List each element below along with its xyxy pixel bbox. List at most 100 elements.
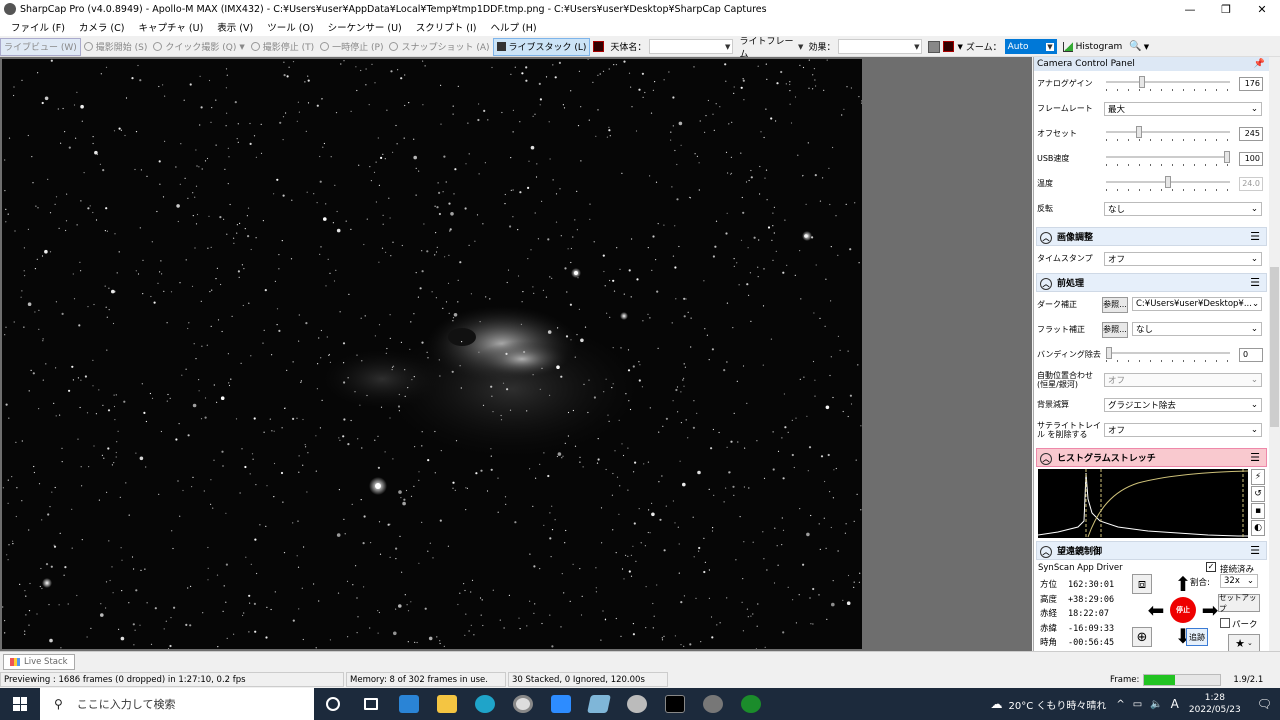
frame-rate-select[interactable]: 最大 ⌄: [1104, 101, 1262, 116]
tray-chevron-icon[interactable]: ^: [1116, 699, 1124, 710]
menu-camera[interactable]: カメラ (C): [79, 20, 125, 34]
live-view-button[interactable]: ライブビュー (W): [0, 37, 81, 56]
menu-file[interactable]: ファイル (F): [11, 20, 65, 34]
task-view-icon[interactable]: [352, 688, 390, 720]
cortana-icon[interactable]: [314, 688, 352, 720]
spiral-search-icon[interactable]: ⧈: [1132, 574, 1152, 594]
stop-capture-button[interactable]: 撮影停止 (T): [248, 38, 317, 56]
dark-browse-button[interactable]: 参照...: [1102, 297, 1128, 313]
menu-tools[interactable]: ツール (O): [267, 20, 313, 34]
ime-indicator[interactable]: A: [1171, 697, 1179, 711]
zoom-app-icon[interactable]: [542, 688, 580, 720]
menu-sequencer[interactable]: シーケンサー (U): [328, 20, 402, 34]
histogram-stretch-section-header[interactable]: ︿ ヒストグラムストレッチ ☰: [1036, 448, 1267, 467]
target-name-combo[interactable]: ▼: [649, 39, 734, 54]
chevron-down-icon[interactable]: ▼: [1144, 43, 1149, 51]
save-icon[interactable]: ▪: [1251, 503, 1265, 519]
tracking-button[interactable]: 追跡: [1186, 628, 1208, 646]
setup-button[interactable]: セットアップ: [1218, 593, 1260, 613]
park-checkbox[interactable]: [1220, 618, 1230, 628]
usb-speed-value[interactable]: 100: [1239, 152, 1263, 166]
gray-square-icon[interactable]: [928, 40, 941, 53]
rate-select[interactable]: 32x ⌄: [1220, 574, 1258, 588]
hamburger-menu-icon[interactable]: ☰: [1250, 451, 1260, 464]
dark-file-select[interactable]: C:¥Users¥user¥Desktop¥... ⌄: [1132, 297, 1262, 311]
target-crosshair-icon[interactable]: ⊕: [1132, 627, 1152, 647]
edge-icon[interactable]: [466, 688, 504, 720]
menu-capture[interactable]: キャプチャ (U): [138, 20, 203, 34]
analog-gain-slider[interactable]: [1106, 76, 1230, 93]
stop-slew-button[interactable]: 停止: [1170, 597, 1196, 623]
collapse-icon[interactable]: ︿: [1040, 277, 1052, 290]
restore-button[interactable]: ❐: [1208, 0, 1244, 18]
sharpcap-taskbar-icon[interactable]: [694, 688, 732, 720]
usb-speed-slider[interactable]: [1106, 151, 1230, 168]
analog-gain-value[interactable]: 176: [1239, 77, 1263, 91]
snapshot-button[interactable]: スナップショット (A): [386, 38, 492, 56]
histogram-plot[interactable]: [1038, 469, 1248, 538]
start-capture-button[interactable]: 撮影開始 (S): [81, 38, 151, 56]
live-stack-tab[interactable]: Live Stack: [3, 654, 75, 670]
start-button[interactable]: [0, 688, 40, 720]
reset-icon[interactable]: ↺: [1251, 486, 1265, 502]
banding-value[interactable]: 0: [1239, 348, 1263, 362]
hamburger-menu-icon[interactable]: ☰: [1250, 544, 1260, 557]
taskbar-clock[interactable]: 1:28 2022/05/23: [1189, 692, 1241, 716]
minimize-button[interactable]: —: [1172, 0, 1208, 18]
green-app-icon[interactable]: [732, 688, 770, 720]
collapse-icon[interactable]: ︿: [1040, 452, 1052, 465]
zoom-combo[interactable]: Auto ▼: [1004, 39, 1057, 54]
auto-stretch-icon[interactable]: ⚡: [1251, 469, 1265, 485]
contrast-icon[interactable]: ◐: [1251, 520, 1265, 536]
pin-icon[interactable]: 📌: [1254, 59, 1265, 69]
display-icon[interactable]: [943, 41, 955, 52]
image-adjust-section-header[interactable]: ︿ 画像調整 ☰: [1036, 227, 1267, 246]
app-icon[interactable]: [618, 688, 656, 720]
chrome-icon[interactable]: [504, 688, 542, 720]
flip-select[interactable]: なし ⌄: [1104, 201, 1262, 216]
flat-browse-button[interactable]: 参照...: [1102, 322, 1128, 338]
flat-file-select[interactable]: なし ⌄: [1132, 322, 1262, 336]
timestamp-select[interactable]: オフ ⌄: [1104, 251, 1262, 266]
connected-checkbox[interactable]: ✓: [1206, 562, 1216, 572]
preprocess-section-header[interactable]: ︿ 前処理 ☰: [1036, 273, 1267, 292]
menu-scripting[interactable]: スクリプト (I): [416, 20, 477, 34]
histogram-button[interactable]: Histogram: [1076, 42, 1123, 52]
pause-button[interactable]: 一時停止 (P): [317, 38, 386, 56]
live-stack-button[interactable]: ライブスタック (L): [492, 37, 591, 56]
frame-type-combo[interactable]: ライトフレーム ▼: [737, 37, 805, 60]
menu-help[interactable]: ヘルプ (H): [490, 20, 536, 34]
file-explorer-icon[interactable]: [428, 688, 466, 720]
offset-value[interactable]: 245: [1239, 127, 1263, 141]
menu-view[interactable]: 表示 (V): [217, 20, 253, 34]
panel-scrollbar[interactable]: [1269, 57, 1280, 651]
collapse-icon[interactable]: ︿: [1040, 231, 1052, 244]
slider-thumb[interactable]: [1106, 347, 1112, 359]
favorites-star-button[interactable]: ★ ⌄: [1228, 634, 1260, 651]
satellite-trail-select[interactable]: オフ ⌄: [1104, 422, 1262, 437]
move-west-button[interactable]: ⬅: [1144, 598, 1168, 622]
offset-slider[interactable]: [1106, 126, 1230, 143]
image-viewer[interactable]: [0, 57, 1032, 651]
quick-capture-button[interactable]: クイック撮影 (Q) ▼: [150, 38, 247, 56]
chevron-down-icon[interactable]: ▼: [957, 43, 962, 51]
notification-icon[interactable]: 🗨: [1257, 697, 1272, 711]
auto-align-select[interactable]: オフ ⌄: [1104, 372, 1262, 387]
mail-icon[interactable]: [390, 688, 428, 720]
collapse-icon[interactable]: ︿: [1040, 545, 1052, 558]
notepad-icon[interactable]: [580, 688, 618, 720]
volume-icon[interactable]: 🔈: [1150, 699, 1162, 710]
scrollbar-thumb[interactable]: [1270, 267, 1279, 427]
banding-slider[interactable]: [1106, 347, 1230, 364]
zoom-tool-icon[interactable]: 🔍: [1129, 41, 1141, 52]
hamburger-menu-icon[interactable]: ☰: [1250, 276, 1260, 289]
slider-thumb[interactable]: [1224, 151, 1230, 163]
telescope-section-header[interactable]: ︿ 望遠鏡制御 ☰: [1036, 541, 1267, 560]
astro-image[interactable]: [2, 59, 862, 649]
taskbar-search[interactable]: ⚲ ここに入力して検索: [40, 688, 314, 720]
effect-combo[interactable]: ▼: [838, 39, 923, 54]
slider-thumb[interactable]: [1139, 76, 1146, 88]
background-subtract-select[interactable]: グラジエント除去 ⌄: [1104, 397, 1262, 412]
slider-thumb[interactable]: [1135, 126, 1142, 138]
weather-text[interactable]: 20°C くもり時々晴れ: [1008, 697, 1106, 712]
